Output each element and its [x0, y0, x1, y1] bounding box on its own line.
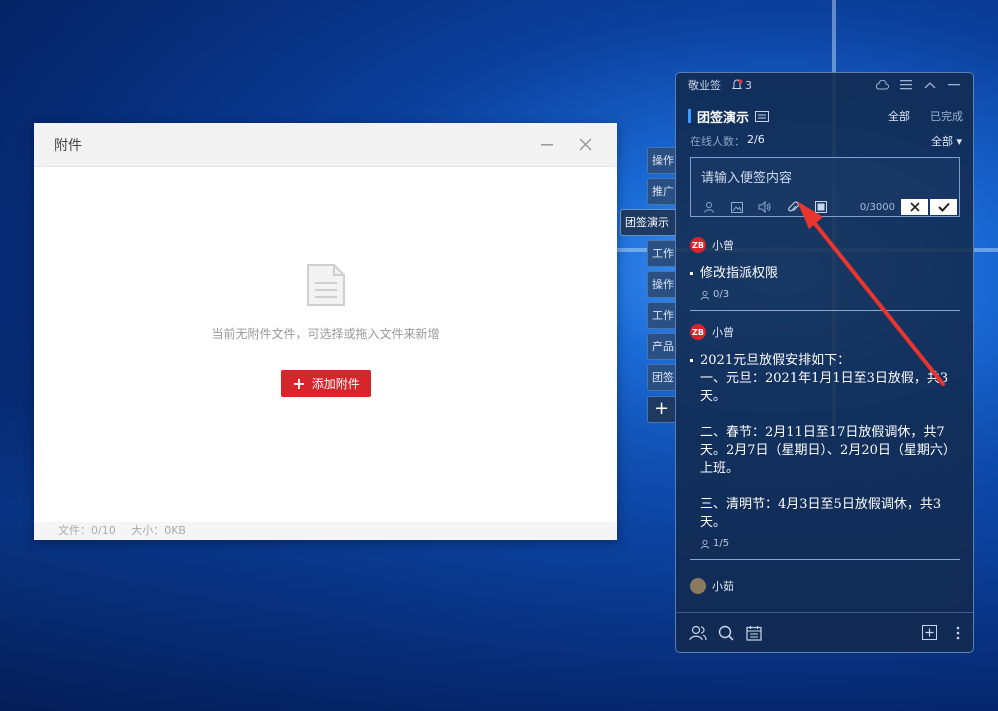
online-members-row: 在线人数： 2/6 全部 ▾: [690, 133, 962, 149]
add-group-button[interactable]: +: [647, 396, 675, 423]
assign-person-button[interactable]: [701, 200, 717, 214]
search-button[interactable]: [716, 624, 736, 642]
minimize-icon: [541, 143, 553, 145]
dialog-footer: 文件：0/10 大小：0KB: [34, 522, 617, 540]
note-divider: [690, 559, 960, 560]
calendar-button[interactable]: [744, 624, 764, 642]
speaker-icon: [758, 201, 771, 213]
person-icon: [700, 539, 710, 549]
plus-icon: +: [292, 373, 306, 393]
checkmark-icon: [937, 202, 950, 212]
group-list-icon[interactable]: [755, 110, 770, 122]
avatar: [690, 578, 706, 594]
cloud-icon: [875, 80, 889, 90]
side-tab[interactable]: 团签: [647, 364, 675, 391]
collapse-button[interactable]: [923, 78, 937, 92]
empty-attachments-message: 当前无附件文件，可选择或拖入文件来新增: [211, 327, 440, 341]
notification-button[interactable]: 3: [731, 79, 752, 92]
side-tab[interactable]: 工作: [647, 240, 675, 267]
image-icon: [731, 201, 743, 213]
close-icon: [578, 138, 592, 151]
note-item[interactable]: 小茹: [690, 578, 960, 594]
note-author-row: ZB 小曾: [690, 237, 960, 253]
side-tab[interactable]: 操作: [647, 271, 675, 298]
dialog-title: 附件: [54, 137, 82, 154]
notification-count: 3: [745, 78, 752, 92]
person-icon: [700, 290, 710, 300]
side-tab-active[interactable]: 团签演示: [620, 209, 675, 236]
more-vertical-icon: [956, 626, 960, 639]
note-author: 小曾: [712, 326, 734, 339]
online-label: 在线人数：: [690, 135, 745, 148]
cancel-note-button[interactable]: [901, 199, 928, 215]
menu-button[interactable]: [899, 78, 913, 92]
online-value: 2/6: [747, 133, 765, 146]
screenshot-button[interactable]: [813, 200, 829, 214]
plus-square-icon: [921, 625, 937, 640]
note-content: 2021元旦放假安排如下： 一、元旦：2021年1月1日至3日放假，共3天。 二…: [690, 352, 960, 532]
square-icon: [815, 201, 827, 213]
chevron-up-icon: [924, 82, 936, 89]
empty-document-icon: [307, 264, 345, 306]
close-icon: [909, 202, 920, 212]
new-note-button[interactable]: [919, 624, 939, 642]
members-icon: [689, 625, 707, 640]
minimize-icon: [948, 84, 960, 86]
avatar: ZB: [690, 237, 706, 253]
note-author: 小茹: [712, 580, 734, 593]
panel-header: 敬业签 3: [676, 73, 973, 97]
side-tab[interactable]: 推广: [647, 178, 675, 205]
attachment-button[interactable]: [785, 200, 801, 214]
panel-footer: [676, 612, 973, 652]
dialog-titlebar: 附件: [34, 123, 617, 167]
file-size: 大小：0KB: [131, 524, 186, 537]
close-button[interactable]: [571, 131, 599, 159]
minimize-button[interactable]: [533, 131, 561, 159]
add-attachment-label: 添加附件: [311, 377, 360, 391]
assignee-count-value: 1/5: [713, 538, 730, 549]
file-count: 文件：0/10: [58, 524, 116, 537]
group-title: 团签演示: [697, 110, 750, 126]
note-input[interactable]: [691, 158, 959, 198]
insert-image-button[interactable]: [729, 200, 745, 214]
calendar-icon: [746, 625, 762, 641]
group-header: 团签演示 全部 已完成: [688, 107, 963, 126]
voice-button[interactable]: [757, 200, 773, 214]
input-toolbar: 0/3000: [691, 198, 959, 216]
note-author-row: 小茹: [690, 578, 960, 594]
bell-icon: [732, 79, 743, 89]
submit-note-button[interactable]: [930, 199, 957, 215]
group-accent-bar: [688, 109, 691, 123]
members-button[interactable]: [688, 624, 708, 642]
minimize-panel-button[interactable]: [947, 78, 961, 92]
search-icon: [718, 625, 734, 641]
person-icon: [704, 202, 714, 213]
add-attachment-button[interactable]: + 添加附件: [281, 370, 371, 397]
note-divider: [690, 310, 960, 311]
filter-done-tab[interactable]: 已完成: [930, 108, 963, 124]
assignee-count-value: 0/3: [713, 289, 730, 300]
app-name: 敬业签: [688, 79, 721, 92]
note-item[interactable]: ZB 小曾 修改指派权限 0/3: [690, 237, 960, 311]
avatar: ZB: [690, 324, 706, 340]
cloud-sync-button[interactable]: [875, 78, 889, 92]
side-tab[interactable]: 工作: [647, 302, 675, 329]
note-item[interactable]: ZB 小曾 2021元旦放假安排如下： 一、元旦：2021年1月1日至3日放假，…: [690, 324, 960, 560]
note-author: 小曾: [712, 239, 734, 252]
side-tab[interactable]: 操作: [647, 147, 675, 174]
note-content: 修改指派权限: [690, 265, 960, 283]
hamburger-icon: [900, 80, 912, 90]
side-tab[interactable]: 产品: [647, 333, 675, 360]
more-options-button[interactable]: [955, 624, 961, 642]
note-author-row: ZB 小曾: [690, 324, 960, 340]
note-input-box: 0/3000: [690, 157, 960, 217]
char-count: 0/3000: [859, 201, 895, 213]
attachment-dialog: 附件 当前无附件文件，可选择或拖入文件来新增 + 添加附件 文件：0/10 大小…: [34, 123, 617, 540]
filter-all-tab[interactable]: 全部: [888, 108, 910, 124]
sticky-note-panel: 敬业签 3 团签演示 全部 已完成 在线人数： 2/6 全部 ▾ 请输入便签内容…: [675, 72, 974, 653]
paperclip-icon: [788, 201, 799, 211]
assignee-count[interactable]: 0/3: [690, 289, 960, 300]
assignee-count[interactable]: 1/5: [690, 538, 960, 549]
member-filter-dropdown[interactable]: 全部 ▾: [931, 133, 962, 149]
